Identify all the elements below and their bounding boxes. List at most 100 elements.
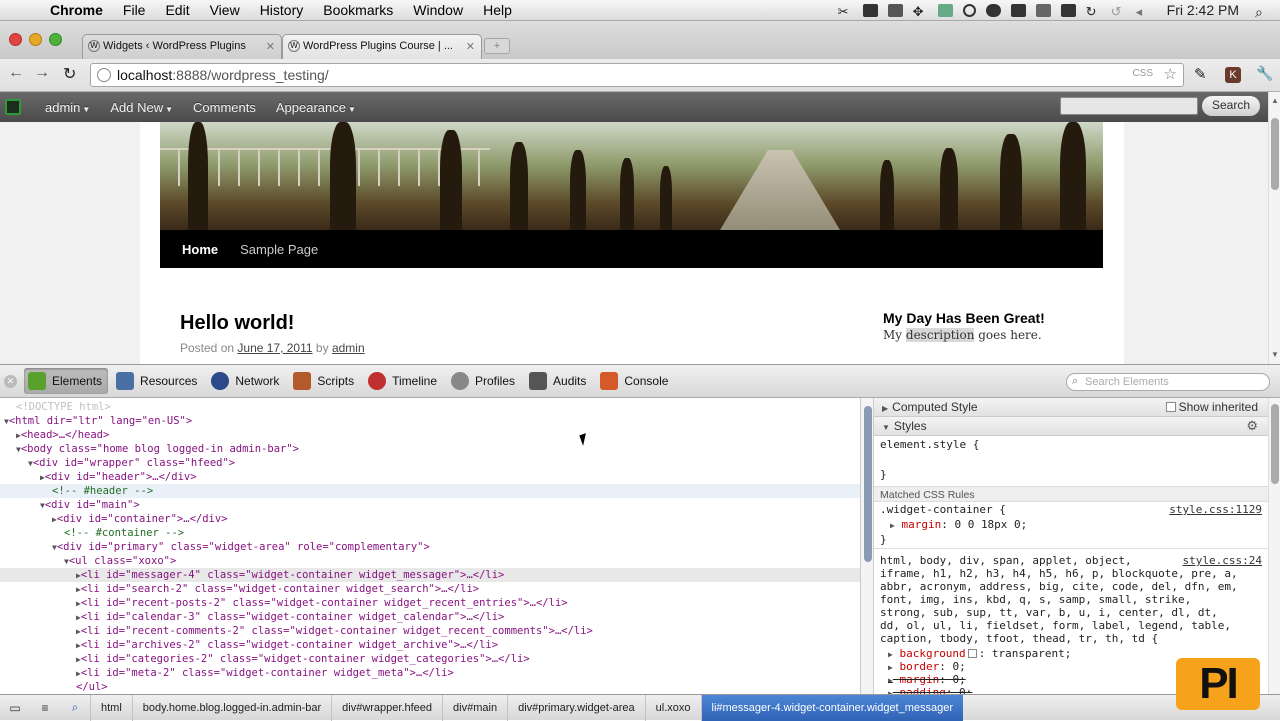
dom-node[interactable]: ▶<li id="categories-2" class="widget-con… (0, 652, 860, 666)
css-badge[interactable]: CSS (1132, 68, 1153, 79)
tab-resources[interactable]: Resources (112, 368, 203, 394)
crumb-html[interactable]: html (90, 694, 132, 721)
move-icon[interactable]: ✥ (913, 4, 928, 19)
menu-file[interactable]: File (113, 2, 156, 18)
author-link[interactable]: admin (332, 341, 365, 355)
comments-link[interactable]: Comments (183, 100, 266, 115)
wp-logo-icon[interactable] (5, 99, 21, 115)
styles-scrollbar[interactable] (1268, 398, 1280, 694)
search-elements-input[interactable]: ⌕ Search Elements (1066, 373, 1270, 391)
show-inherited-checkbox[interactable]: Show inherited (1165, 400, 1258, 414)
page-scrollbar-thumb[interactable] (1271, 118, 1279, 190)
inspect-search-icon[interactable]: ⌕ (60, 700, 90, 715)
dom-scrollbar[interactable] (860, 398, 874, 694)
address-bar[interactable]: localhost:8888/wordpress_testing/ CSS ☆ (90, 63, 1184, 87)
dom-node[interactable]: ▶<li id="calendar-3" class="widget-conta… (0, 610, 860, 624)
dom-node[interactable]: ▶<li id="recent-posts-2" class="widget-c… (0, 596, 860, 610)
dom-node[interactable]: ▼<body class="home blog logged-in admin-… (0, 442, 860, 456)
tab-widgets[interactable]: W Widgets ‹ WordPress Plugins ✕ (82, 34, 282, 59)
gear-icon[interactable]: ⚙ (1246, 418, 1258, 434)
admin-search-button[interactable]: Search (1201, 96, 1260, 116)
dom-node[interactable]: ▶<li id="meta-2" class="widget-container… (0, 666, 860, 680)
dom-node[interactable]: ▶<li id="recent-comments-2" class="widge… (0, 624, 860, 638)
menu-help[interactable]: Help (473, 2, 522, 18)
appearance-menu[interactable]: Appearance ▼ (266, 100, 366, 115)
dom-node[interactable]: ▶<li id="search-2" class="widget-contain… (0, 582, 860, 596)
crumb-body[interactable]: body.home.blog.logged-in.admin-bar (131, 694, 331, 721)
dom-node[interactable]: ▶<div id="container">…</div> (0, 512, 860, 526)
zoom-window-button[interactable] (49, 33, 62, 46)
rule-margin-overridden[interactable]: ▶ margin: 0; (888, 673, 966, 686)
rule-padding-overridden[interactable]: ▶ padding: 0; (888, 686, 972, 694)
refresh-icon[interactable]: ↻ (1086, 4, 1101, 19)
menu-clock[interactable]: Fri 2:42 PM (1161, 2, 1245, 18)
dom-node[interactable]: ▶<head>…</head> (0, 428, 860, 442)
console-drawer-icon[interactable]: ≡ (30, 701, 60, 715)
dom-node[interactable]: <!-- #header --> (0, 484, 860, 498)
close-tab-icon[interactable]: ✕ (266, 40, 275, 53)
post-title[interactable]: Hello world! (180, 312, 294, 335)
tab-elements[interactable]: Elements (24, 368, 109, 394)
rule-margin-declaration[interactable]: ▶ margin: 0 0 18px 0; (890, 518, 1027, 531)
time-machine-icon[interactable]: ↺ (1111, 4, 1126, 19)
tab-console[interactable]: Console (596, 368, 674, 394)
copy-icon[interactable] (887, 3, 903, 17)
extension-tool-icon[interactable]: ✎ (1194, 65, 1210, 83)
rule-widget-container-selector[interactable]: .widget-container { (880, 503, 1006, 516)
dom-scrollbar-thumb[interactable] (864, 406, 872, 562)
dom-node[interactable]: ▼<div id="wrapper" class="hfeed"> (0, 456, 860, 470)
admin-menu[interactable]: admin ▼ (35, 100, 100, 115)
back-icon[interactable]: ← (8, 64, 24, 82)
admin-search-input[interactable] (1059, 97, 1198, 115)
styles-header[interactable]: ▼ Styles ⚙ (874, 417, 1268, 436)
camera-icon[interactable] (862, 3, 878, 17)
computed-style-header[interactable]: ▶ Computed Style Show inherited (874, 398, 1268, 417)
dom-node-selected[interactable]: ▶<li id="messager-4" class="widget-conta… (0, 568, 860, 582)
tab-wordpress-plugins-course[interactable]: W WordPress Plugins Course | ... ✕ (282, 34, 482, 59)
sync-icon[interactable] (962, 3, 976, 17)
display-icon[interactable] (1060, 3, 1076, 17)
element-style-rule[interactable]: element.style { (880, 438, 979, 451)
close-tab-icon[interactable]: ✕ (466, 40, 475, 53)
dom-node[interactable]: <!-- #container --> (0, 526, 860, 540)
styles-scrollbar-thumb[interactable] (1271, 404, 1279, 484)
menu-bookmarks[interactable]: Bookmarks (313, 2, 403, 18)
page-scrollbar[interactable]: ▲ ▼ (1268, 92, 1280, 364)
crumb-wrapper[interactable]: div#wrapper.hfeed (331, 694, 442, 721)
wrench-icon[interactable]: 🔧 (1256, 65, 1273, 81)
tab-audits[interactable]: Audits (525, 368, 592, 394)
rule-background-declaration[interactable]: ▶ background: transparent; (888, 647, 1071, 660)
spotlight-icon[interactable]: ⌕ (1255, 4, 1270, 20)
close-devtools-icon[interactable]: ✕ (4, 374, 17, 388)
dom-node[interactable]: <!DOCTYPE html> (0, 400, 860, 414)
dom-node[interactable]: </ul> (0, 680, 860, 694)
rule-reset-selector[interactable]: html, body, div, span, applet, object, i… (880, 554, 1238, 645)
close-window-button[interactable] (9, 33, 22, 46)
dom-node[interactable]: ▼<div id="main"> (0, 498, 860, 512)
menu-window[interactable]: Window (403, 2, 473, 18)
menu-edit[interactable]: Edit (155, 2, 199, 18)
post-date-link[interactable]: June 17, 2011 (237, 341, 312, 355)
style-link-1129[interactable]: style.css:1129 (1169, 503, 1262, 516)
dom-node[interactable]: ▼<ul class="xoxo"> (0, 554, 860, 568)
app-status-icon[interactable] (937, 3, 953, 17)
nav-sample-page[interactable]: Sample Page (240, 242, 318, 257)
dom-node[interactable]: ▶<li id="archives-2" class="widget-conta… (0, 638, 860, 652)
menu-chrome[interactable]: Chrome (40, 2, 113, 18)
add-new-menu[interactable]: Add New ▼ (100, 100, 183, 115)
phone-icon[interactable] (1010, 3, 1026, 17)
nav-home[interactable]: Home (182, 242, 218, 257)
crumb-ul-xoxo[interactable]: ul.xoxo (644, 694, 701, 721)
rule-border-declaration[interactable]: ▶ border: 0; (888, 660, 966, 673)
tab-scripts[interactable]: Scripts (289, 368, 360, 394)
menu-view[interactable]: View (200, 2, 250, 18)
minimize-window-button[interactable] (29, 33, 42, 46)
dom-node[interactable]: ▼<div id="primary" class="widget-area" r… (0, 540, 860, 554)
scissors-icon[interactable]: ✂ (838, 4, 853, 19)
cloud-icon[interactable] (985, 3, 1001, 17)
dock-icon[interactable]: ▭ (0, 701, 30, 715)
dom-node[interactable]: ▼<html dir="ltr" lang="en-US"> (0, 414, 860, 428)
reload-icon[interactable]: ↻ (63, 64, 76, 84)
forward-icon[interactable]: → (34, 64, 50, 82)
list-icon[interactable] (1035, 3, 1051, 17)
